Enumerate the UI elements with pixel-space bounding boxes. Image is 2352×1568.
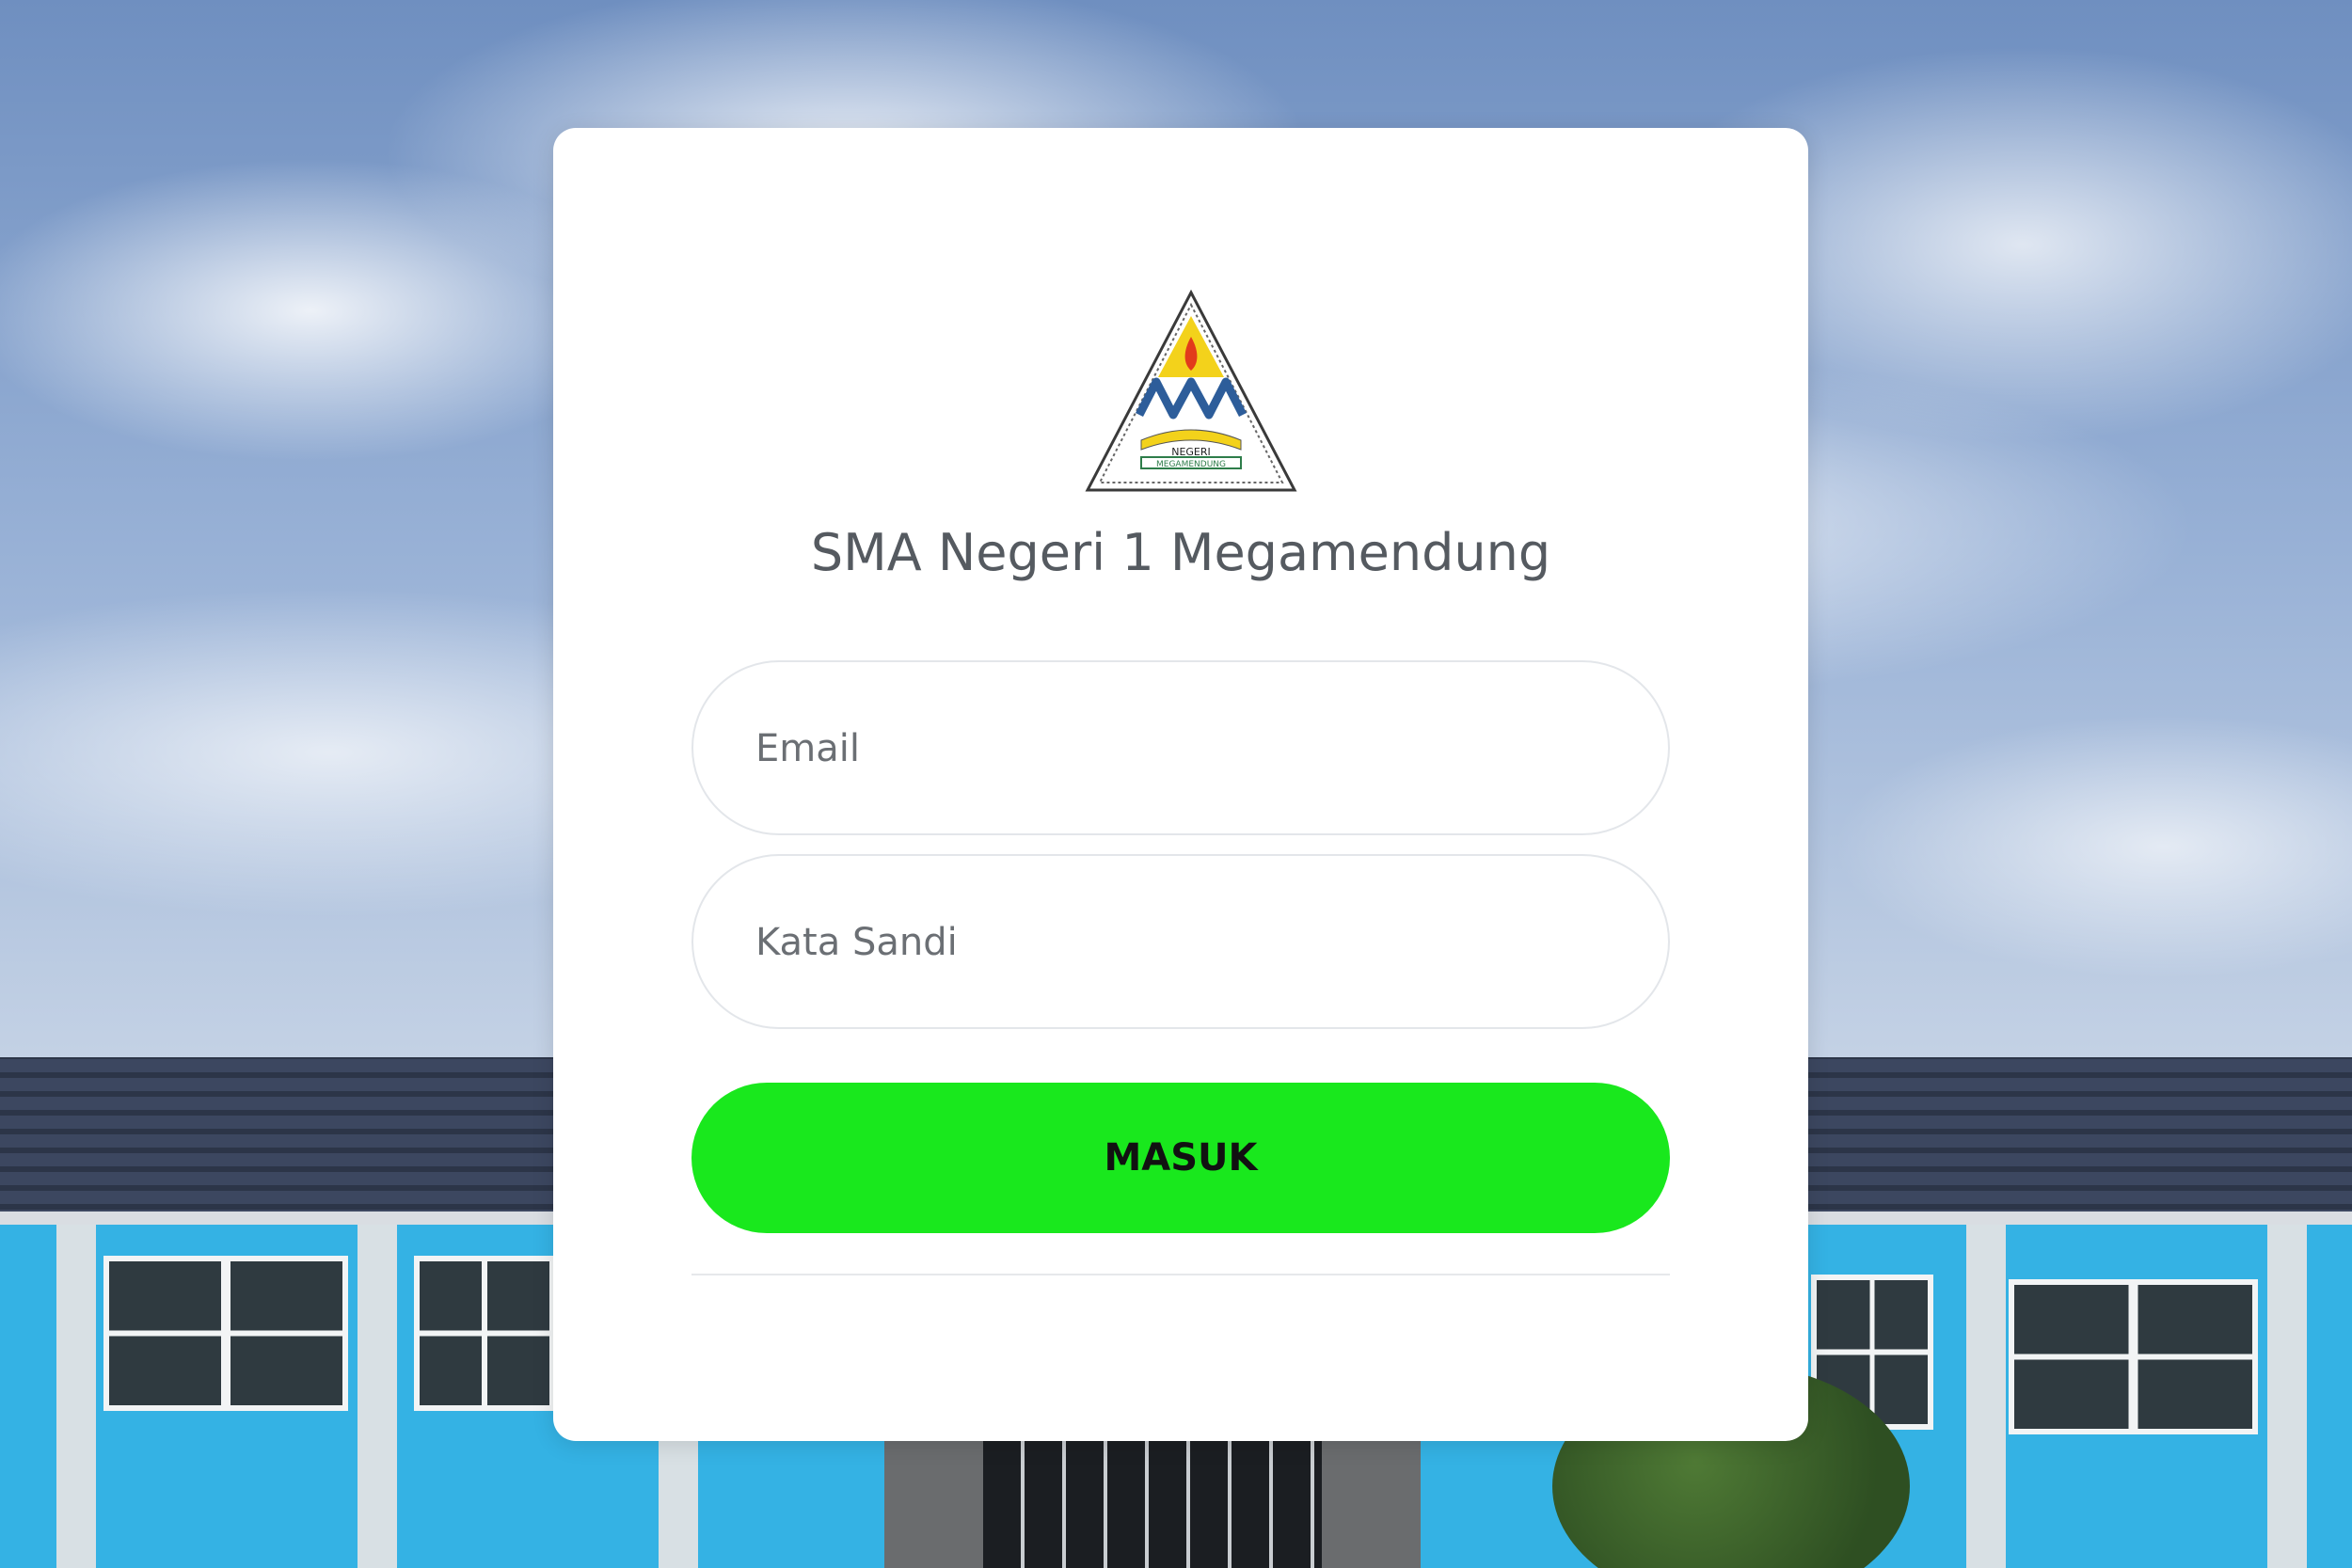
entrance-glass [983,1439,1322,1568]
password-field[interactable] [691,854,1670,1029]
password-input[interactable] [754,856,1604,1029]
logo-text-bottom: MEGAMENDUNG [1156,460,1226,469]
building-window [2009,1279,2258,1434]
building-pillar [2267,1225,2307,1568]
building-pillar [56,1225,96,1568]
building-pillar [1966,1225,2006,1568]
school-name: SMA Negeri 1 Megamendung [810,523,1551,582]
building-window [103,1256,348,1411]
divider [691,1274,1670,1275]
email-field[interactable] [691,660,1670,835]
building-pillar [358,1225,397,1568]
school-logo: NEGERI MEGAMENDUNG [1085,289,1297,492]
login-button[interactable]: MASUK [691,1083,1670,1233]
logo-text-top: NEGERI [1171,446,1211,458]
email-input[interactable] [754,662,1604,835]
login-card: NEGERI MEGAMENDUNG SMA Negeri 1 Megamend… [553,128,1808,1441]
building-window [414,1256,555,1411]
